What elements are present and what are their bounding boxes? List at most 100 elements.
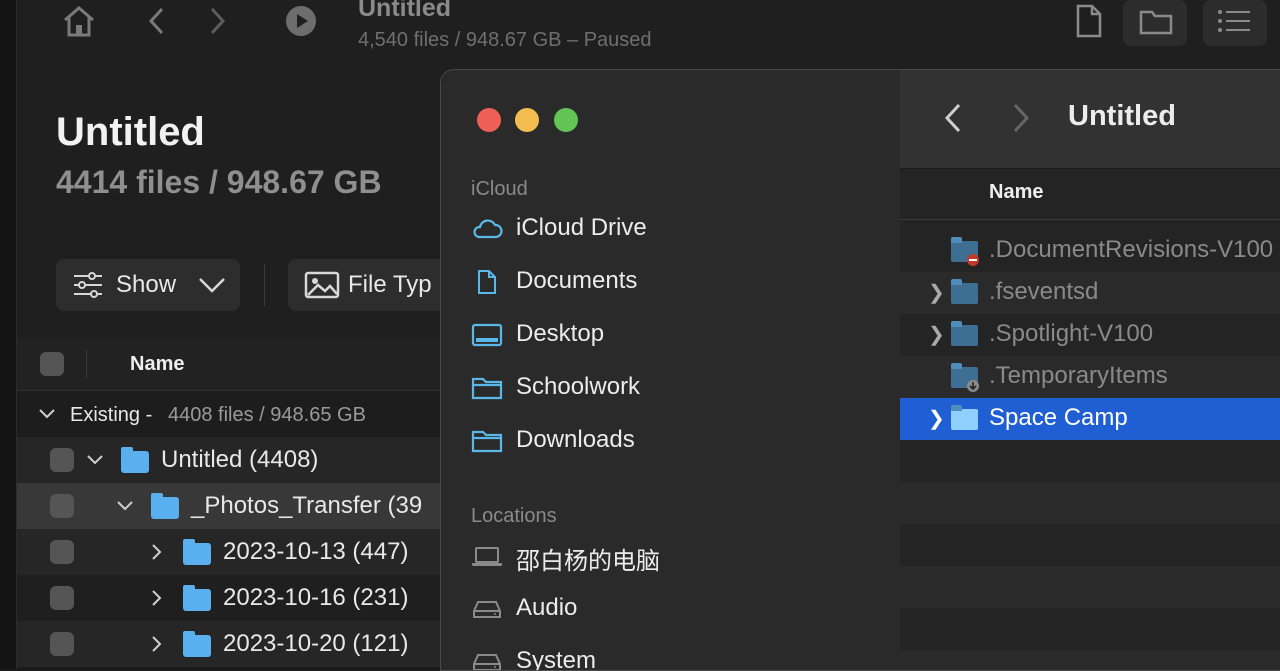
sidebar-item-label: System <box>516 647 597 671</box>
sidebar-item-downloads[interactable]: Downloads <box>471 421 871 461</box>
folder-icon <box>121 447 149 473</box>
folder-icon <box>951 321 978 346</box>
file-row[interactable]: ❯ .fseventsd <box>900 272 1280 314</box>
row-label: 2023-10-16 (231) <box>223 584 409 611</box>
chevron-right-icon[interactable] <box>152 544 162 560</box>
sidebar-item-icloud-drive[interactable]: iCloud Drive <box>471 209 871 249</box>
finder-window: iCloud iCloud Drive Documents Desktop Sc… <box>440 69 1280 671</box>
download-badge-icon <box>967 380 979 392</box>
sidebar-item-documents[interactable]: Documents <box>471 262 871 302</box>
group-header[interactable]: Existing - 4408 files / 948.65 GB <box>17 391 447 436</box>
table-row[interactable]: 2023-10-16 (231) <box>17 575 447 621</box>
row-checkbox[interactable] <box>50 494 74 518</box>
sidebar-item-label: Audio <box>516 594 578 621</box>
sidebar-item-computer[interactable]: 邵白杨的电脑 <box>471 536 871 576</box>
document-icon[interactable] <box>1075 4 1103 38</box>
toolbar-title: Untitled <box>358 0 452 22</box>
drive-icon <box>473 601 501 618</box>
folder-icon <box>471 430 503 453</box>
folder-icon <box>151 493 179 519</box>
empty-row <box>900 566 1280 608</box>
sidebar-item-label: 邵白杨的电脑 <box>516 548 660 575</box>
row-label: 2023-10-20 (121) <box>223 630 409 657</box>
header-divider <box>86 350 87 378</box>
group-label: Existing - <box>70 404 153 426</box>
show-button[interactable]: Show <box>56 259 240 311</box>
forward-arrow-icon[interactable] <box>1012 103 1030 133</box>
desktop-icon <box>471 323 503 347</box>
cloud-icon <box>473 219 503 239</box>
close-button[interactable] <box>477 108 501 132</box>
file-name: Space Camp <box>989 404 1128 431</box>
sidebar-item-label: iCloud Drive <box>516 214 647 241</box>
chevron-right-icon[interactable]: ❯ <box>928 322 945 347</box>
chevron-down-icon <box>39 409 55 419</box>
name-column-header[interactable]: Name <box>989 181 1043 204</box>
home-icon[interactable] <box>61 4 97 38</box>
chevron-right-icon[interactable] <box>152 636 162 652</box>
table-row[interactable]: Untitled (4408) <box>17 437 447 483</box>
folder-icon <box>183 539 211 565</box>
row-checkbox[interactable] <box>50 586 74 610</box>
chevron-down-icon[interactable] <box>87 455 103 465</box>
file-row[interactable]: ❯ .Spotlight-V100 <box>900 314 1280 356</box>
sidebar-item-audio[interactable]: Audio <box>471 589 871 629</box>
file-row[interactable]: .DocumentRevisions-V100 <box>900 230 1280 272</box>
file-name: .DocumentRevisions-V100 <box>989 236 1274 263</box>
sidebar-item-schoolwork[interactable]: Schoolwork <box>471 368 871 408</box>
laptop-icon <box>472 547 502 566</box>
row-checkbox[interactable] <box>50 448 74 472</box>
photo-icon <box>304 271 340 299</box>
chevron-down-icon[interactable] <box>117 501 133 511</box>
show-label: Show <box>116 271 177 298</box>
name-column-header[interactable]: Name <box>130 353 184 376</box>
page-title: Untitled <box>56 110 205 154</box>
zoom-button[interactable] <box>554 108 578 132</box>
file-name: .Spotlight-V100 <box>989 320 1154 347</box>
play-icon[interactable] <box>285 5 317 37</box>
folder-icon <box>951 405 978 430</box>
page-subtitle: 4414 files / 948.67 GB <box>56 164 382 200</box>
chevron-right-icon[interactable]: ❯ <box>928 406 945 431</box>
sidebar-item-label: Downloads <box>516 426 635 453</box>
file-row[interactable]: .TemporaryItems <box>900 356 1280 398</box>
finder-column-header: Name <box>900 169 1280 220</box>
sidebar-item-label: Documents <box>516 267 638 294</box>
select-all-checkbox[interactable] <box>40 352 64 376</box>
empty-row <box>900 524 1280 566</box>
chevron-right-icon[interactable]: ❯ <box>928 280 945 305</box>
empty-row <box>900 608 1280 650</box>
table-row[interactable]: 2023-10-13 (447) <box>17 529 447 575</box>
restricted-badge-icon <box>967 254 979 266</box>
table-row[interactable]: _Photos_Transfer (39 <box>17 483 447 529</box>
toolbar-subtitle: 4,540 files / 948.67 GB – Paused <box>358 29 652 51</box>
forward-arrow-icon[interactable] <box>207 6 227 36</box>
list-view-button[interactable] <box>1203 0 1267 46</box>
folder-icon <box>951 279 978 304</box>
file-type-label: File Typ <box>348 271 432 298</box>
folder-icon <box>183 585 211 611</box>
chevron-down-icon <box>199 278 225 293</box>
group-count: 4408 files / 948.65 GB <box>168 404 366 426</box>
back-arrow-icon[interactable] <box>147 6 167 36</box>
file-row-selected[interactable]: ❯ Space Camp <box>900 398 1280 440</box>
chevron-right-icon[interactable] <box>152 590 162 606</box>
sidebar-item-desktop[interactable]: Desktop <box>471 315 871 355</box>
empty-row <box>900 650 1280 670</box>
sliders-icon <box>74 272 102 298</box>
sidebar-item-system[interactable]: System <box>471 642 871 671</box>
row-checkbox[interactable] <box>50 540 74 564</box>
folder-icon <box>183 631 211 657</box>
back-arrow-icon[interactable] <box>944 103 962 133</box>
drive-icon <box>473 654 501 670</box>
row-checkbox[interactable] <box>50 632 74 656</box>
sidebar-item-label: Desktop <box>516 320 605 347</box>
empty-row <box>900 482 1280 524</box>
minimize-button[interactable] <box>515 108 539 132</box>
icloud-section-header: iCloud <box>471 178 528 200</box>
folder-view-button[interactable] <box>1123 0 1187 46</box>
file-type-button[interactable]: File Typ <box>288 259 448 311</box>
table-row[interactable]: 2023-10-20 (121) <box>17 621 447 667</box>
file-name: .TemporaryItems <box>989 362 1168 389</box>
finder-toolbar: Untitled <box>900 70 1280 169</box>
